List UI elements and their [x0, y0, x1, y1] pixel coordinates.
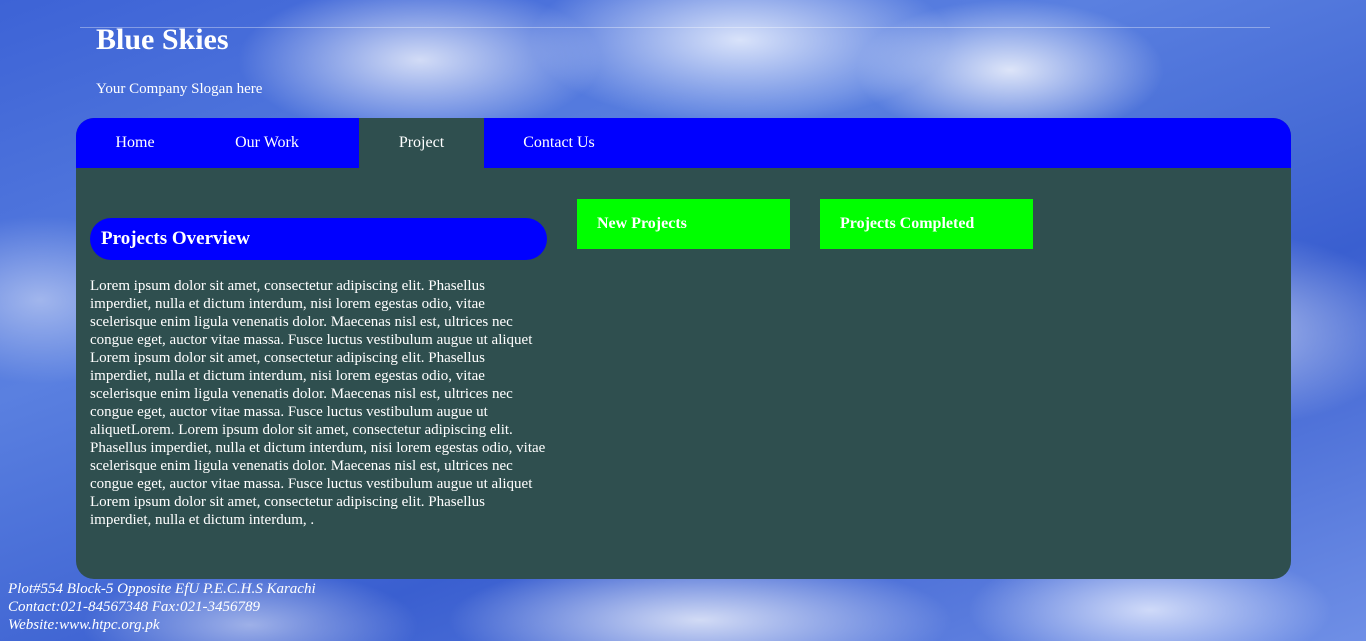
- footer-address: Plot#554 Block-5 Opposite EfU P.E.C.H.S …: [8, 581, 316, 597]
- main-container: Home Our Work Project Contact Us Project…: [76, 118, 1291, 579]
- nav-item-our-work[interactable]: Our Work: [214, 118, 320, 168]
- projects-overview-heading: Projects Overview: [90, 218, 547, 260]
- navigation-bar: Home Our Work Project Contact Us: [76, 118, 1291, 168]
- header-divider: [80, 27, 1270, 28]
- projects-overview-text: Lorem ipsum dolor sit amet, consectetur …: [90, 278, 546, 528]
- footer-website: Website:www.htpc.org.pk: [8, 617, 160, 633]
- new-projects-box[interactable]: New Projects: [577, 199, 790, 249]
- nav-item-contact-us[interactable]: Contact Us: [504, 118, 614, 168]
- footer-contact: Contact:021-84567348 Fax:021-3456789: [8, 599, 261, 615]
- nav-item-project[interactable]: Project: [359, 118, 484, 168]
- nav-item-home[interactable]: Home: [95, 118, 175, 168]
- site-title: Blue Skies: [96, 23, 229, 56]
- projects-completed-box[interactable]: Projects Completed: [820, 199, 1033, 249]
- footer: Plot#554 Block-5 Opposite EfU P.E.C.H.S …: [8, 580, 316, 634]
- site-slogan: Your Company Slogan here: [96, 81, 263, 97]
